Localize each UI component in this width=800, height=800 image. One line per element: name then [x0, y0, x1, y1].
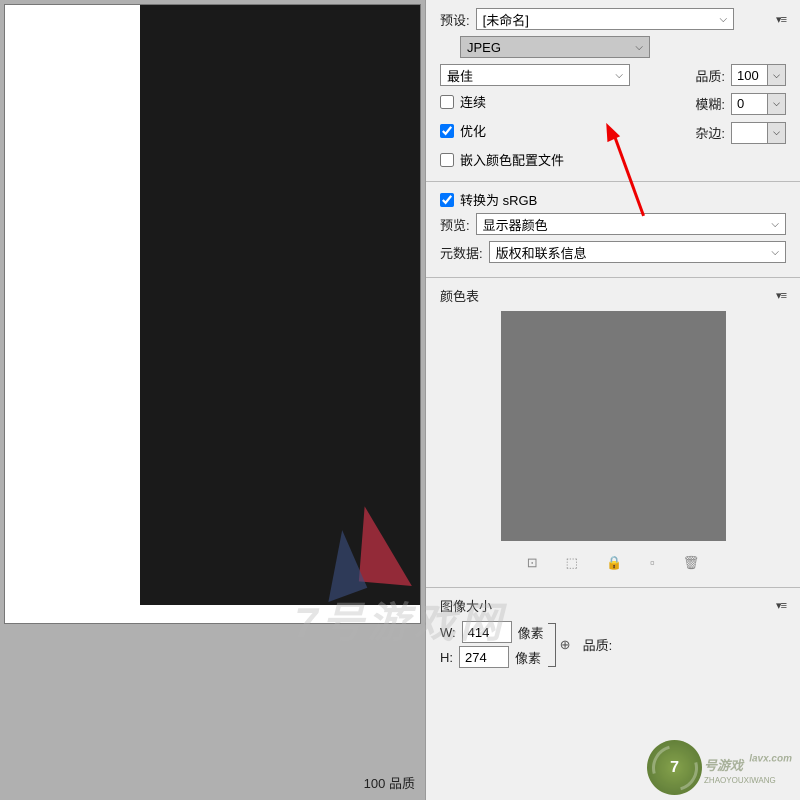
width-unit: 像素 — [518, 623, 544, 642]
width-value: 414 — [468, 625, 490, 640]
quality-mode-select[interactable]: 最佳 ⌵ — [440, 64, 630, 86]
progressive-checkbox[interactable]: 连续 — [440, 92, 630, 111]
convert-srgb-checkbox[interactable]: 转换为 sRGB — [440, 190, 786, 209]
checkbox-input[interactable] — [440, 95, 454, 109]
chevron-down-icon[interactable]: ⌵ — [767, 65, 785, 85]
matte-color — [732, 123, 767, 143]
preview-value: 显示器颜色 — [483, 215, 548, 234]
watermark-logo-icon: 7 — [647, 740, 702, 795]
status-label: 品质 — [389, 776, 415, 791]
preset-value: [未命名] — [483, 10, 529, 29]
preview-canvas — [140, 5, 420, 605]
artwork-shape — [323, 523, 368, 602]
matte-label: 杂边: — [695, 123, 725, 142]
color-table-title: 颜色表 — [440, 286, 479, 305]
checkbox-label: 优化 — [460, 121, 486, 140]
quality-label: 品质: — [695, 66, 725, 85]
chevron-down-icon: ⌵ — [635, 42, 643, 53]
embed-profile-checkbox[interactable]: 嵌入颜色配置文件 — [440, 150, 786, 169]
blur-spinner[interactable]: 0 ⌵ — [731, 93, 786, 115]
width-label: W: — [440, 625, 456, 640]
height-label: H: — [440, 650, 453, 665]
preview-frame — [4, 4, 421, 624]
new-icon[interactable]: ▫ — [650, 555, 655, 571]
quality-mode-value: 最佳 — [447, 66, 473, 85]
matte-swatch[interactable]: ⌵ — [731, 122, 786, 144]
metadata-label: 元数据: — [440, 243, 483, 262]
quality-label: 品质: — [583, 635, 613, 654]
preview-area: 100 品质 — [0, 0, 425, 800]
preview-label: 预览: — [440, 215, 470, 234]
preset-label: 预设: — [440, 10, 470, 29]
quality-spinner[interactable]: 100 ⌵ — [731, 64, 786, 86]
chevron-down-icon[interactable]: ⌵ — [767, 94, 785, 114]
color-table-toolbar: ⊡ ⬚ 🔒 ▫ 🗑 — [440, 547, 786, 579]
checkbox-label: 连续 — [460, 92, 486, 111]
height-value: 274 — [465, 650, 487, 665]
image-size-title: 图像大小 — [440, 596, 492, 615]
chevron-down-icon[interactable]: ⌵ — [767, 123, 785, 143]
options-panel: 预设: [未命名] ⌵ ▾≡ JPEG ⌵ 最佳 ⌵ — [425, 0, 800, 800]
preview-select[interactable]: 显示器颜色 ⌵ — [476, 213, 786, 235]
format-value: JPEG — [467, 40, 501, 55]
format-select[interactable]: JPEG ⌵ — [460, 36, 650, 58]
checkbox-label: 嵌入颜色配置文件 — [460, 150, 564, 169]
preset-select[interactable]: [未命名] ⌵ — [476, 8, 734, 30]
checkbox-input[interactable] — [440, 124, 454, 138]
checkbox-input[interactable] — [440, 153, 454, 167]
metadata-select[interactable]: 版权和联系信息 ⌵ — [489, 241, 786, 263]
blur-label: 模糊: — [695, 94, 725, 113]
trash-icon[interactable]: 🗑 — [683, 555, 700, 571]
checkbox-label: 转换为 sRGB — [460, 190, 537, 209]
width-input[interactable]: 414 — [462, 621, 512, 643]
flyout-menu-icon[interactable]: ▾≡ — [776, 599, 786, 612]
checkbox-input[interactable] — [440, 193, 454, 207]
eyedropper-icon[interactable]: ⊡ — [527, 555, 538, 571]
watermark-brand: 号游戏 lavx.com — [704, 750, 792, 776]
flyout-menu-icon[interactable]: ▾≡ — [776, 13, 786, 26]
watermark-badge: 7 号游戏 lavx.com ZHAOYOUXIWANG — [647, 740, 792, 795]
chevron-down-icon: ⌵ — [771, 219, 779, 230]
lock-icon[interactable]: 🔒 — [606, 555, 622, 571]
zoom-value: 100 — [364, 776, 386, 791]
link-bracket-icon — [548, 623, 556, 667]
chevron-down-icon: ⌵ — [615, 70, 623, 81]
link-icon[interactable]: ⊕ — [560, 637, 571, 653]
chevron-down-icon: ⌵ — [771, 247, 779, 258]
cube-icon[interactable]: ⬚ — [566, 555, 578, 571]
watermark-num: 7 — [670, 759, 679, 777]
quality-value: 100 — [732, 68, 767, 83]
metadata-value: 版权和联系信息 — [496, 243, 587, 262]
flyout-menu-icon[interactable]: ▾≡ — [776, 289, 786, 302]
watermark-sub: ZHAOYOUXIWANG — [704, 776, 792, 785]
height-input[interactable]: 274 — [459, 646, 509, 668]
height-unit: 像素 — [515, 648, 541, 667]
color-table-grid[interactable] — [501, 311, 726, 541]
status-bar: 100 品质 — [364, 773, 415, 792]
blur-value: 0 — [732, 96, 767, 111]
optimized-checkbox[interactable]: 优化 — [440, 121, 630, 140]
chevron-down-icon: ⌵ — [719, 14, 727, 25]
